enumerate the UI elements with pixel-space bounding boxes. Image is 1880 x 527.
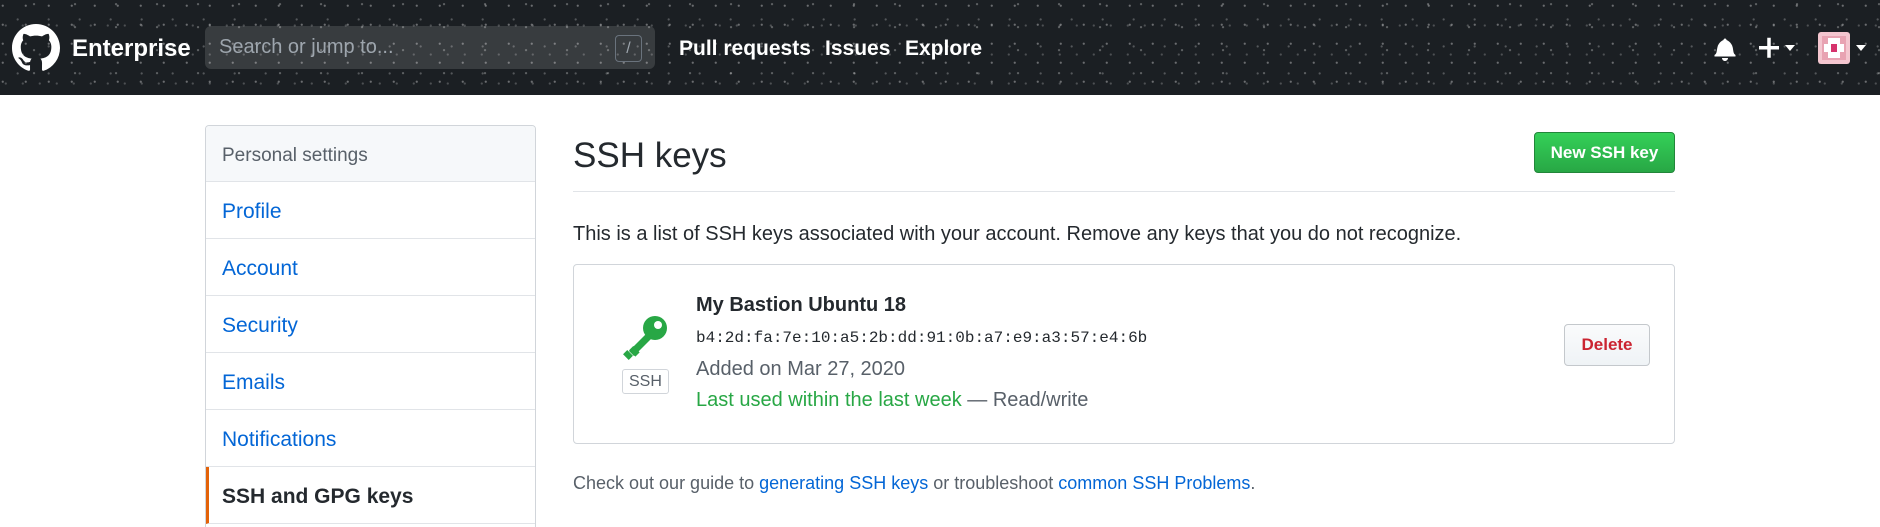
github-logo-icon[interactable]	[12, 24, 60, 72]
caret-down-icon	[1785, 45, 1795, 51]
delete-key-button[interactable]: Delete	[1564, 324, 1650, 366]
key-access: — Read/write	[961, 389, 1089, 411]
page-title: SSH keys	[573, 136, 727, 175]
bell-icon[interactable]	[1714, 37, 1736, 61]
common-ssh-problems-link[interactable]: common SSH Problems	[1058, 473, 1250, 493]
plus-icon[interactable]	[1758, 34, 1798, 62]
brand-name[interactable]: Enterprise	[72, 35, 191, 63]
nav-issues[interactable]: Issues	[825, 37, 890, 61]
nav-explore[interactable]: Explore	[905, 37, 982, 61]
ssh-badge: SSH	[622, 369, 669, 394]
ssh-key-item: SSH My Bastion Ubuntu 18 b4:2d:fa:7e:10:…	[573, 264, 1675, 444]
sidebar-item-notifications[interactable]: Notifications	[206, 410, 535, 467]
sidebar-item-emails[interactable]: Emails	[206, 353, 535, 410]
sidebar-item-security[interactable]: Security	[206, 296, 535, 353]
search-input[interactable]	[205, 26, 655, 69]
new-ssh-key-button[interactable]: New SSH key	[1534, 132, 1675, 173]
key-last-used: Last used within the last week	[696, 389, 962, 411]
sidebar-item-account[interactable]: Account	[206, 239, 535, 296]
key-icon	[623, 316, 667, 360]
guide-prefix: Check out our guide to	[573, 473, 760, 493]
top-header: Enterprise / Pull requests Issues Explor…	[0, 0, 1880, 95]
intro-text: This is a list of SSH keys associated wi…	[573, 223, 1462, 245]
key-fingerprint: b4:2d:fa:7e:10:a5:2b:dd:91:0b:a7:e9:a3:5…	[696, 329, 1148, 347]
guide-middle: or troubleshoot	[928, 473, 1059, 493]
key-usage: Last used within the last week — Read/wr…	[696, 389, 1088, 412]
key-title: My Bastion Ubuntu 18	[696, 294, 907, 316]
nav-pull-requests[interactable]: Pull requests	[679, 37, 811, 61]
title-divider	[573, 191, 1675, 192]
key-added-date: Added on Mar 27, 2020	[696, 358, 906, 380]
sidebar-heading: Personal settings	[206, 126, 535, 182]
generating-ssh-keys-link[interactable]: generating SSH keys	[759, 473, 928, 493]
sidebar-item-profile[interactable]: Profile	[206, 182, 535, 239]
settings-sidebar: Personal settings Profile Account Securi…	[205, 125, 536, 527]
sidebar-item-ssh-gpg-keys[interactable]: SSH and GPG keys	[206, 467, 535, 524]
search-shortcut-hint: /	[615, 35, 642, 62]
guide-text: Check out our guide to generating SSH ke…	[573, 473, 1255, 494]
avatar[interactable]	[1818, 32, 1868, 64]
guide-suffix: .	[1250, 473, 1256, 493]
